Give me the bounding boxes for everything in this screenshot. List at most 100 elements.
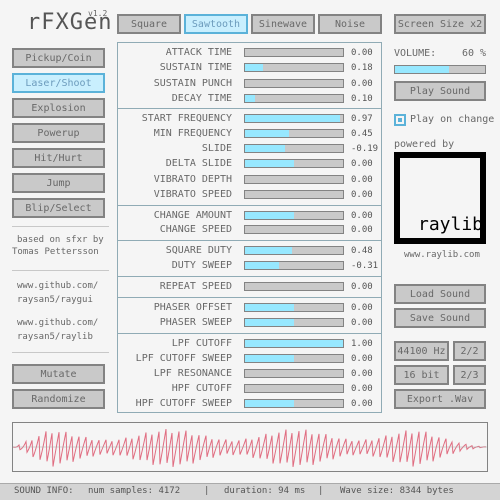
tab-square[interactable]: Square — [117, 14, 181, 34]
waveform-path — [12, 429, 486, 467]
param-value: 0.00 — [351, 159, 373, 169]
param-value: 0.00 — [351, 48, 373, 58]
param-label: SQUARE DUTY — [165, 245, 232, 256]
param-slider[interactable] — [244, 94, 344, 103]
pickup-coin-button[interactable]: Pickup/Coin — [12, 48, 105, 68]
param-value: 0.10 — [351, 94, 373, 104]
param-slider[interactable] — [244, 114, 344, 123]
param-value: 0.18 — [351, 63, 373, 73]
hit-hurt-button[interactable]: Hit/Hurt — [12, 148, 105, 168]
export-wav-button[interactable]: Export .Wav — [394, 389, 486, 409]
param-value: 1.00 — [351, 339, 373, 349]
raylib-link-line1[interactable]: www.github.com/ — [17, 318, 98, 328]
checkbox-check-mark — [398, 118, 402, 122]
raygui-link-line1[interactable]: www.github.com/ — [17, 281, 98, 291]
param-value: 0.00 — [351, 369, 373, 379]
status-bar: SOUND INFO: num samples: 4172 | duration… — [0, 483, 500, 500]
param-slider[interactable] — [244, 339, 344, 348]
param-slider-fill — [245, 95, 255, 102]
param-slider-fill — [245, 355, 294, 362]
raylib-logo[interactable]: raylib — [394, 152, 486, 244]
left-divider — [12, 352, 109, 353]
param-slider[interactable] — [244, 369, 344, 378]
param-label: HPF CUTOFF — [171, 383, 232, 394]
bit-depth-button[interactable]: 16 bit — [394, 365, 449, 385]
param-label: DUTY SWEEP — [171, 260, 232, 271]
param-slider-fill — [245, 64, 263, 71]
status-num-samples: num samples: 4172 — [88, 486, 181, 496]
param-label: VIBRATO SPEED — [153, 189, 232, 200]
param-label: ATTACK TIME — [165, 47, 232, 58]
param-label: HPF CUTOFF SWEEP — [135, 398, 232, 409]
param-value: 0.00 — [351, 318, 373, 328]
sample-rate-button[interactable]: 44100 Hz — [394, 341, 449, 361]
param-slider[interactable] — [244, 261, 344, 270]
explosion-button[interactable]: Explosion — [12, 98, 105, 118]
param-label: VIBRATO DEPTH — [153, 174, 232, 185]
randomize-button[interactable]: Randomize — [12, 389, 105, 409]
param-label: SUSTAIN PUNCH — [153, 78, 232, 89]
param-slider[interactable] — [244, 159, 344, 168]
param-slider[interactable] — [244, 354, 344, 363]
waveform-display — [12, 422, 488, 472]
param-slider[interactable] — [244, 190, 344, 199]
param-value: 0.00 — [351, 303, 373, 313]
param-slider[interactable] — [244, 246, 344, 255]
powered-by-label: powered by — [394, 139, 455, 150]
load-sound-button[interactable]: Load Sound — [394, 284, 486, 304]
param-slider-fill — [245, 319, 294, 326]
blip-select-button[interactable]: Blip/Select — [12, 198, 105, 218]
status-divider: | — [204, 486, 210, 496]
param-label: DECAY TIME — [171, 93, 232, 104]
param-label: PHASER OFFSET — [153, 302, 232, 313]
param-value: 0.00 — [351, 399, 373, 409]
param-slider[interactable] — [244, 175, 344, 184]
param-slider[interactable] — [244, 63, 344, 72]
param-label: LPF RESONANCE — [153, 368, 232, 379]
tab-noise[interactable]: Noise — [318, 14, 382, 34]
param-label: LPF CUTOFF SWEEP — [135, 353, 232, 364]
tab-sinewave[interactable]: Sinewave — [251, 14, 315, 34]
raylib-url[interactable]: www.raylib.com — [404, 250, 480, 260]
param-slider[interactable] — [244, 79, 344, 88]
raygui-link-line2[interactable]: raysan5/raygui — [17, 295, 93, 305]
param-value: 0.00 — [351, 211, 373, 221]
raylib-link-line2[interactable]: raysan5/raylib — [17, 332, 93, 342]
powerup-button[interactable]: Powerup — [12, 123, 105, 143]
param-slider-fill — [245, 340, 343, 347]
screen-size-button[interactable]: Screen Size x2 — [394, 14, 486, 34]
save-sound-button[interactable]: Save Sound — [394, 308, 486, 328]
param-value: 0.00 — [351, 225, 373, 235]
param-slider[interactable] — [244, 144, 344, 153]
param-slider[interactable] — [244, 399, 344, 408]
param-slider[interactable] — [244, 282, 344, 291]
param-slider[interactable] — [244, 48, 344, 57]
left-divider — [12, 226, 109, 227]
sample-rate-page-button[interactable]: 2/2 — [453, 341, 486, 361]
param-slider[interactable] — [244, 225, 344, 234]
param-slider-fill — [245, 130, 290, 137]
param-slider-fill — [245, 145, 285, 152]
volume-slider[interactable] — [394, 65, 486, 74]
status-duration: duration: 94 ms — [224, 486, 306, 496]
param-slider[interactable] — [244, 211, 344, 220]
param-slider[interactable] — [244, 384, 344, 393]
app-version: v1.2 — [88, 9, 108, 18]
jump-button[interactable]: Jump — [12, 173, 105, 193]
group-divider — [118, 240, 381, 241]
param-label: CHANGE SPEED — [159, 224, 232, 235]
param-value: 0.97 — [351, 114, 373, 124]
volume-label: VOLUME: — [394, 48, 437, 59]
bit-depth-page-button[interactable]: 2/3 — [453, 365, 486, 385]
status-sound-info: SOUND INFO: — [14, 486, 74, 496]
param-slider[interactable] — [244, 129, 344, 138]
param-slider[interactable] — [244, 303, 344, 312]
tab-sawtooth[interactable]: Sawtooth — [184, 14, 248, 34]
param-slider[interactable] — [244, 318, 344, 327]
mutate-button[interactable]: Mutate — [12, 364, 105, 384]
laser-shoot-button[interactable]: Laser/Shoot — [12, 73, 105, 93]
play-on-change-checkbox[interactable] — [394, 114, 406, 126]
play-sound-button[interactable]: Play Sound — [394, 81, 486, 101]
param-slider-fill — [245, 304, 294, 311]
left-divider — [12, 270, 109, 271]
